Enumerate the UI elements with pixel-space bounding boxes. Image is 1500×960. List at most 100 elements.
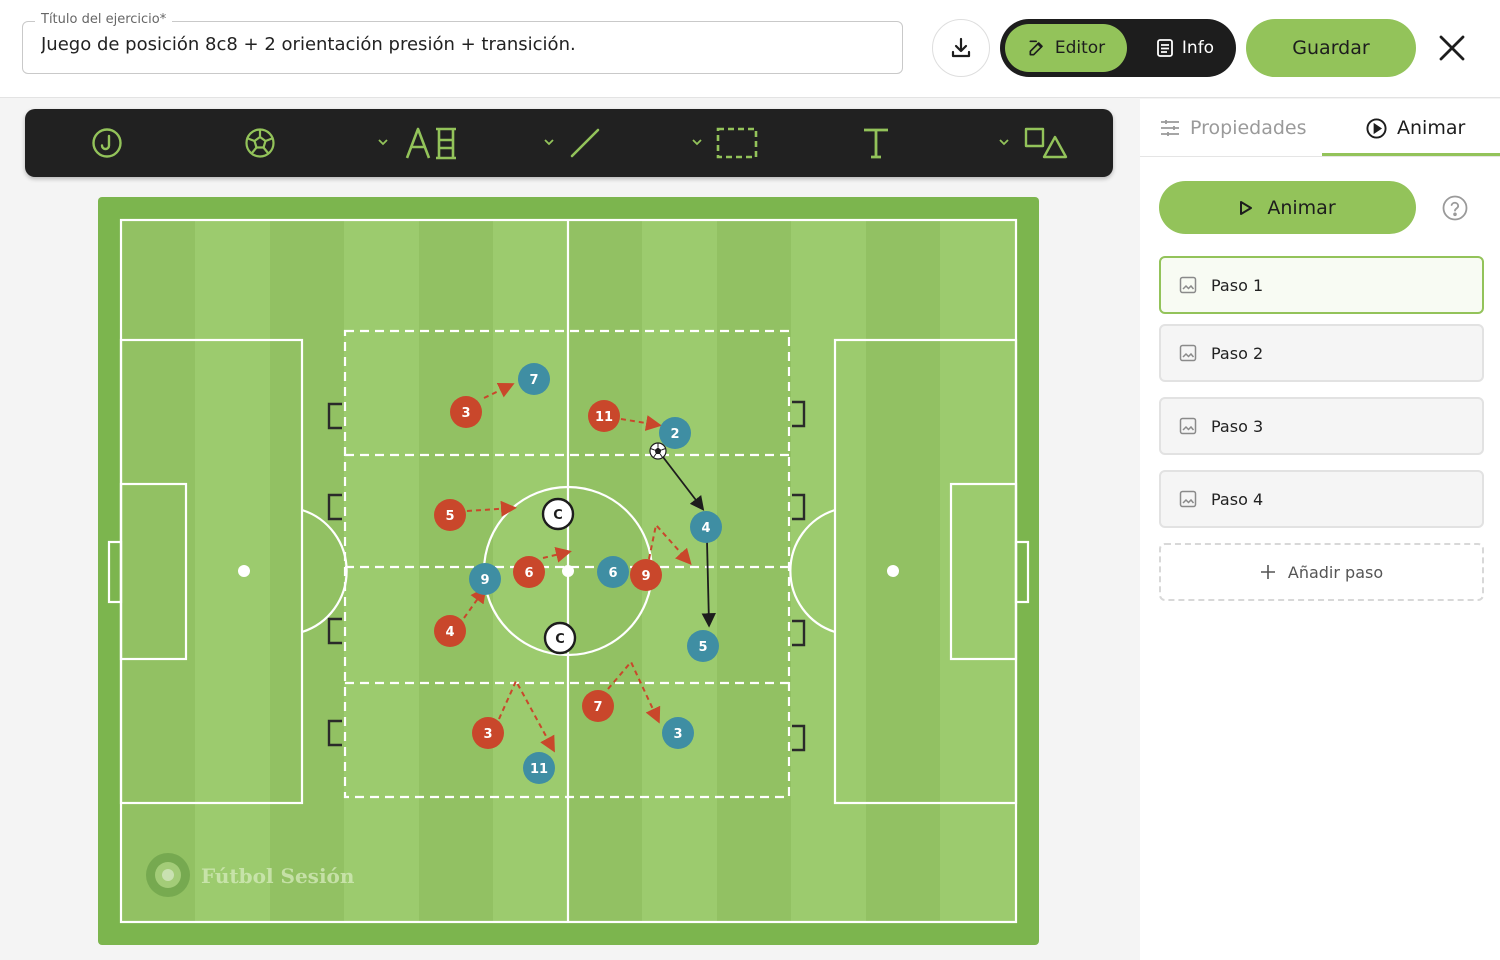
red-player-6[interactable]: 6	[513, 556, 545, 588]
line-icon	[570, 128, 600, 158]
play-icon	[1240, 200, 1253, 215]
chevron-down-icon[interactable]	[376, 135, 390, 149]
text-tool[interactable]	[861, 123, 891, 163]
step-label: Paso 4	[1211, 489, 1264, 509]
step-label: Paso 1	[1211, 275, 1264, 295]
blue-player-4[interactable]: 4	[690, 511, 722, 543]
blue-player-9[interactable]: 9	[469, 563, 501, 595]
add-step-label: Añadir paso	[1287, 562, 1384, 582]
red-player-3[interactable]: 3	[450, 396, 482, 428]
football-ball[interactable]	[649, 442, 667, 460]
close-button[interactable]	[1430, 28, 1474, 68]
svg-text:4: 4	[445, 625, 454, 640]
chevron-down-icon[interactable]	[542, 135, 556, 149]
red-player-7[interactable]: 7	[582, 690, 614, 722]
red-player-5[interactable]: 5	[434, 499, 466, 531]
image-icon	[1179, 490, 1197, 508]
image-icon	[1179, 344, 1197, 362]
football-pitch[interactable]: 3 11 5 6 9 4 3 7 7 2 4 9 6 5 11 3 C C Fú…	[98, 197, 1039, 945]
tab-animate-label: Animar	[1397, 117, 1466, 139]
player-tool[interactable]	[87, 123, 127, 163]
neutral-player-c[interactable]: C	[541, 497, 575, 531]
sliders-icon	[1161, 120, 1179, 136]
document-icon	[1157, 39, 1173, 57]
svg-text:4: 4	[701, 521, 710, 536]
panel-tabs: Propiedades Animar	[1140, 99, 1500, 157]
svg-text:5: 5	[698, 640, 707, 655]
svg-text:2: 2	[670, 427, 679, 442]
player-circle-icon	[92, 128, 122, 158]
tactical-board[interactable]: 3 11 5 6 9 4 3 7 7 2 4 9 6 5 11 3 C C Fú…	[98, 197, 1039, 945]
step-item[interactable]: Paso 2	[1159, 324, 1484, 382]
mode-switch: Editor Info	[1000, 19, 1236, 77]
football-icon	[245, 128, 275, 158]
blue-player-11[interactable]: 11	[523, 752, 555, 784]
tab-properties-label: Propiedades	[1190, 117, 1307, 139]
drawing-toolbar	[25, 109, 1113, 177]
text-player-tool[interactable]	[403, 123, 461, 163]
top-bar: Título del ejercicio* Editor Info Guarda…	[0, 0, 1500, 98]
neutral-player-c[interactable]: C	[543, 621, 577, 655]
right-panel: Propiedades Animar Animar Paso 1 Paso 2 …	[1140, 99, 1500, 960]
svg-text:9: 9	[641, 569, 650, 584]
step-label: Paso 3	[1211, 416, 1264, 436]
watermark-text: Fútbol Sesión	[201, 864, 355, 888]
blue-player-3[interactable]: 3	[662, 717, 694, 749]
red-player-11[interactable]: 11	[588, 400, 620, 432]
line-tool[interactable]	[568, 123, 602, 163]
area-tool[interactable]	[715, 123, 759, 163]
svg-text:6: 6	[608, 566, 617, 581]
svg-text:11: 11	[530, 762, 548, 777]
info-tab[interactable]: Info	[1140, 24, 1230, 72]
shapes-tool[interactable]	[1023, 123, 1069, 163]
step-item[interactable]: Paso 3	[1159, 397, 1484, 455]
svg-text:7: 7	[529, 373, 538, 388]
image-icon	[1179, 276, 1197, 294]
edit-icon	[1029, 40, 1043, 56]
svg-text:5: 5	[445, 509, 454, 524]
chevron-down-icon[interactable]	[690, 135, 704, 149]
tab-properties[interactable]: Propiedades	[1160, 99, 1307, 157]
svg-text:3: 3	[673, 727, 682, 742]
help-icon[interactable]	[1442, 195, 1468, 221]
ball-tool[interactable]	[240, 123, 280, 163]
red-player-4[interactable]: 4	[434, 615, 466, 647]
blue-player-7[interactable]: 7	[518, 363, 550, 395]
close-icon	[1439, 35, 1465, 61]
text-row-icon	[405, 127, 456, 160]
svg-text:7: 7	[593, 700, 602, 715]
step-item[interactable]: Paso 4	[1159, 470, 1484, 528]
editor-tab[interactable]: Editor	[1005, 24, 1127, 72]
download-icon	[951, 37, 971, 58]
step-item[interactable]: Paso 1	[1159, 256, 1484, 314]
active-tab-indicator	[1322, 153, 1500, 156]
svg-text:6: 6	[524, 566, 533, 581]
svg-text:11: 11	[595, 410, 613, 425]
play-circle-icon	[1366, 117, 1387, 139]
dashed-rectangle-icon	[716, 127, 758, 159]
blue-player-5[interactable]: 5	[687, 630, 719, 662]
exercise-title-label: Título del ejercicio*	[35, 12, 173, 27]
add-step-button[interactable]: Añadir paso	[1159, 543, 1484, 601]
chevron-down-icon[interactable]	[997, 135, 1011, 149]
svg-text:3: 3	[461, 406, 470, 421]
exercise-title-field[interactable]: Título del ejercicio*	[22, 12, 903, 74]
animate-button-label: Animar	[1267, 196, 1336, 219]
tab-animate[interactable]: Animar	[1366, 99, 1465, 157]
blue-player-6[interactable]: 6	[597, 556, 629, 588]
svg-text:C: C	[553, 508, 563, 523]
plus-icon	[1260, 565, 1275, 579]
red-player-3[interactable]: 3	[472, 717, 504, 749]
blue-player-2[interactable]: 2	[659, 417, 691, 449]
save-button[interactable]: Guardar	[1246, 19, 1416, 77]
svg-text:C: C	[555, 632, 565, 647]
info-label: Info	[1181, 38, 1215, 58]
animate-button[interactable]: Animar	[1159, 181, 1416, 234]
red-player-9[interactable]: 9	[630, 559, 662, 591]
editor-label: Editor	[1054, 38, 1106, 58]
step-label: Paso 2	[1211, 343, 1264, 363]
svg-text:9: 9	[480, 573, 489, 588]
text-icon	[864, 128, 888, 159]
exercise-title-input[interactable]	[41, 34, 881, 55]
download-button[interactable]	[932, 19, 990, 77]
